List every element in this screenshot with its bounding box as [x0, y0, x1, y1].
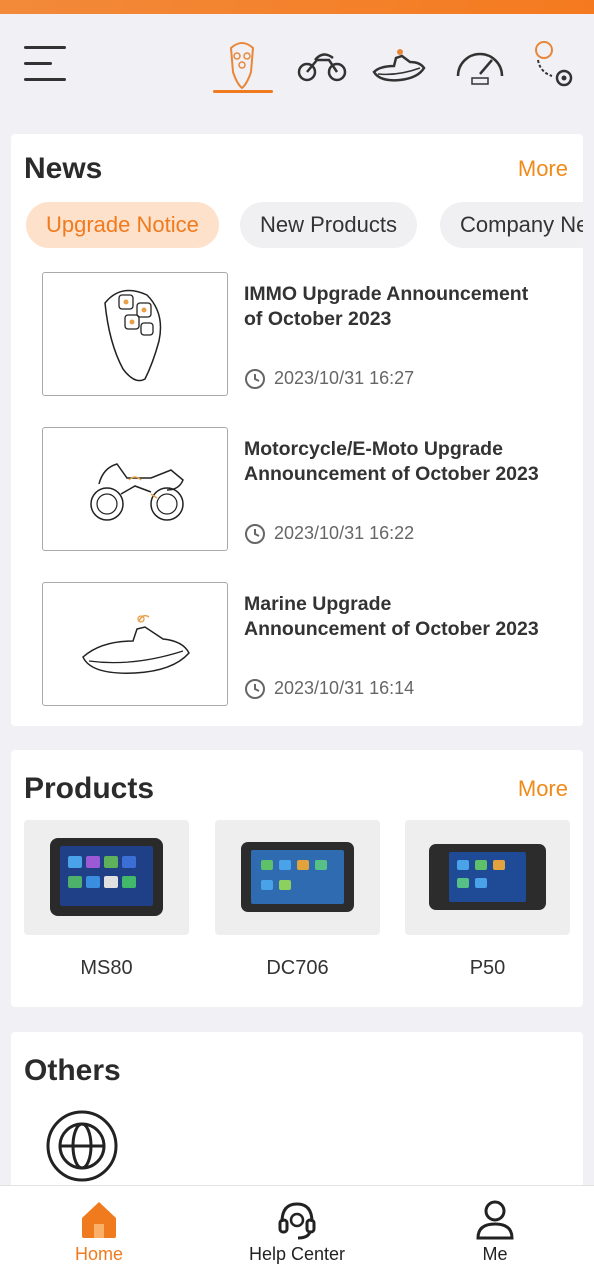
- clock-icon: [245, 679, 265, 699]
- product-image: [24, 820, 189, 935]
- product-name: P50: [469, 957, 506, 979]
- car-key-icon: [229, 42, 255, 90]
- products-more-link[interactable]: More: [518, 776, 568, 802]
- motorcycle-illustration: [90, 463, 184, 521]
- category-tab-immo[interactable]: [213, 38, 271, 94]
- globe-icon: [46, 1110, 118, 1182]
- product-image: [405, 820, 570, 935]
- product-image: [215, 820, 380, 935]
- can-gear-icon: [535, 41, 573, 87]
- header: [0, 14, 594, 124]
- user-icon: [476, 1200, 514, 1240]
- clock-icon: [245, 369, 265, 389]
- nav-help-center-label: Help Center: [248, 1244, 346, 1264]
- nav-me[interactable]: Me: [435, 1198, 555, 1278]
- tablet-image: [241, 842, 354, 912]
- status-bar-accent: [0, 0, 594, 14]
- tablet-image: [50, 838, 163, 916]
- jet-ski-illustration: [82, 614, 190, 674]
- news-item[interactable]: Motorcycle/E-Moto Upgrade Announcement o…: [42, 427, 572, 552]
- others-title: Others: [24, 1054, 121, 1087]
- car-key-illustration: [104, 289, 162, 382]
- menu-icon[interactable]: [24, 44, 68, 84]
- products-card: Products More MS80 DC706 P50: [11, 750, 583, 1007]
- tab-upgrade-notice[interactable]: Upgrade Notice: [26, 202, 219, 248]
- tablet-image: [429, 844, 546, 910]
- tab-new-products[interactable]: New Products: [240, 202, 417, 248]
- home-icon: [82, 1202, 116, 1238]
- clock-icon: [245, 524, 265, 544]
- products-title: Products: [24, 772, 155, 805]
- nav-home[interactable]: Home: [39, 1198, 159, 1278]
- product-name: MS80: [80, 957, 133, 979]
- speedometer-icon: [456, 52, 504, 85]
- motorcycle-icon: [297, 53, 347, 82]
- news-item-title: Motorcycle/E-Moto Upgrade Announcement o…: [244, 438, 539, 485]
- news-item[interactable]: Marine Upgrade Announcement of October 2…: [42, 582, 572, 707]
- category-tab-motorcycle[interactable]: [293, 38, 351, 94]
- bottom-navigation: Home Help Center Me: [0, 1185, 594, 1280]
- category-tab-can[interactable]: [530, 38, 588, 94]
- news-thumbnail: [42, 272, 228, 396]
- product-card-ms80[interactable]: MS80: [24, 820, 189, 980]
- nav-help-center[interactable]: Help Center: [237, 1198, 357, 1278]
- news-more-link[interactable]: More: [518, 156, 568, 182]
- product-card-dc706[interactable]: DC706: [215, 820, 380, 980]
- news-thumbnail: [42, 427, 228, 551]
- news-card: News More Upgrade Notice New Products Co…: [11, 134, 583, 726]
- news-title: News: [24, 152, 103, 185]
- news-item-title: Marine Upgrade Announcement of October 2…: [244, 593, 539, 640]
- category-tab-marine[interactable]: [370, 38, 428, 94]
- category-active-indicator: [213, 90, 273, 93]
- news-item[interactable]: IMMO Upgrade Announcement of October 202…: [42, 272, 572, 397]
- nav-me-label: Me: [482, 1244, 508, 1264]
- product-card-p50[interactable]: P50: [405, 820, 570, 980]
- news-thumbnail: [42, 582, 228, 706]
- others-globe-button[interactable]: [46, 1110, 118, 1182]
- tab-company-news[interactable]: Company News: [440, 202, 583, 248]
- others-card: Others: [11, 1032, 583, 1192]
- product-name: DC706: [266, 957, 329, 979]
- jet-ski-icon: [372, 49, 426, 82]
- headset-icon: [278, 1202, 316, 1240]
- category-tab-odometer[interactable]: [452, 38, 510, 94]
- nav-home-label: Home: [74, 1244, 123, 1264]
- news-item-title: IMMO Upgrade Announcement of October 202…: [244, 283, 529, 330]
